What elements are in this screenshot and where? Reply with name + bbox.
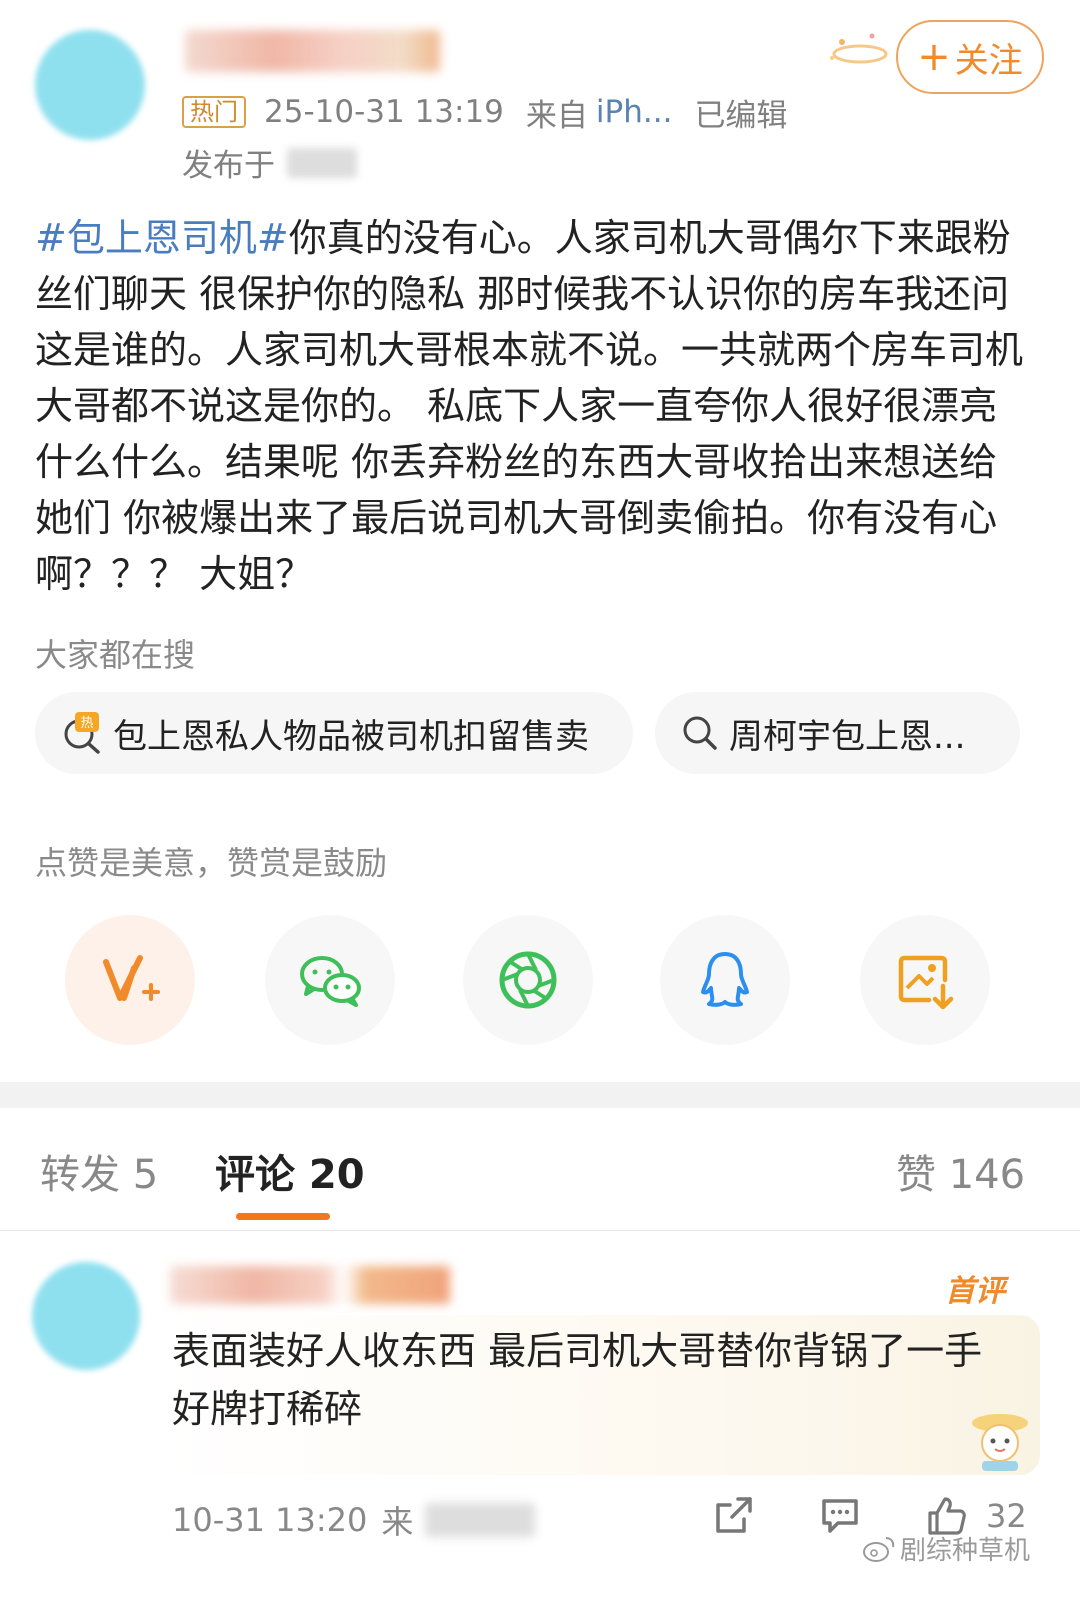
search-chip-label: 包上恩私人物品被司机扣留售卖 (113, 716, 589, 757)
tab-likes[interactable]: 赞 146 (896, 1142, 1025, 1200)
comment-source-blurred (425, 1503, 536, 1537)
share-wechat-button[interactable] (265, 915, 395, 1045)
published-location: 发布于 (182, 140, 357, 185)
active-tab-indicator (236, 1213, 330, 1220)
moments-icon (499, 951, 557, 1009)
plus-icon: + (917, 34, 951, 80)
source-device[interactable]: iPh... (596, 94, 673, 130)
source-prefix: 来自 (525, 97, 588, 134)
reward-button[interactable] (65, 915, 195, 1045)
save-image-button[interactable] (860, 915, 990, 1045)
post-body: #包上恩司机#你真的没有心。人家司机大哥偶尔下来跟粉丝们聊天 很保护你的隐私 那… (35, 210, 1035, 602)
first-comment-badge: 首评 (945, 1274, 1005, 1309)
watermark: 剧综种草机 (862, 1530, 1030, 1567)
search-chip[interactable]: 热 包上恩私人物品被司机扣留售卖 (35, 692, 633, 774)
search-section-title: 大家都在搜 (35, 636, 196, 674)
location-blurred (287, 147, 357, 178)
share-icon[interactable] (712, 1493, 756, 1537)
follow-button[interactable]: + 关注 (896, 20, 1044, 94)
follow-label: 关注 (954, 40, 1023, 81)
reward-text: 点赞是美意，赞赏是鼓励 (35, 844, 388, 882)
commenter-name-blurred[interactable] (170, 1266, 450, 1304)
published-label: 发布于 (182, 148, 275, 184)
comment-meta: 10-31 13:20 来 (172, 1497, 536, 1543)
comment-timestamp: 10-31 13:20 (172, 1501, 368, 1539)
author-avatar[interactable] (35, 30, 145, 140)
edited-label[interactable]: 已编辑 (694, 90, 787, 135)
weibo-logo-icon (863, 1536, 895, 1562)
tab-divider (0, 1230, 1080, 1231)
tab-comments[interactable]: 评论 20 (215, 1142, 365, 1200)
author-name-blurred[interactable] (185, 30, 440, 72)
share-moments-button[interactable] (463, 915, 593, 1045)
reply-comment-icon[interactable] (818, 1493, 862, 1537)
search-icon (683, 716, 717, 750)
comment-text: 表面装好人收东西 最后司机大哥替你背锅了一手好牌打稀碎 (172, 1329, 983, 1431)
watermark-text: 剧综种草机 (900, 1536, 1031, 1566)
search-chip-label: 周柯宇包上恩... (729, 716, 966, 757)
weibo-v-plus-icon (103, 955, 160, 1001)
wechat-icon (300, 956, 361, 1007)
tab-reposts[interactable]: 转发 5 (40, 1142, 158, 1200)
share-qq-button[interactable] (660, 915, 790, 1045)
post-timestamp: 25-10-31 13:19 (264, 94, 504, 130)
sparkle-decoration-icon (830, 33, 888, 64)
save-image-icon (898, 955, 954, 1010)
search-chip[interactable]: 周柯宇包上恩... (655, 692, 1020, 774)
svg-text:热: 热 (80, 716, 93, 731)
section-divider (0, 1082, 1080, 1108)
qq-icon (701, 952, 749, 1007)
commenter-avatar[interactable] (32, 1262, 140, 1370)
hot-search-icon: 热 (64, 712, 100, 754)
post-text: 你真的没有心。人家司机大哥偶尔下来跟粉丝们聊天 很保护你的隐私 那时候我不认识你… (35, 216, 1024, 596)
post-meta: 热门 25-10-31 13:19 来自 iPh... 已编辑 (182, 90, 787, 135)
hashtag-link[interactable]: #包上恩司机# (35, 216, 289, 260)
mascot-sticker-icon (972, 1414, 1028, 1471)
hot-badge: 热门 (182, 96, 246, 128)
comment-source-prefix: 来 (381, 1503, 414, 1541)
